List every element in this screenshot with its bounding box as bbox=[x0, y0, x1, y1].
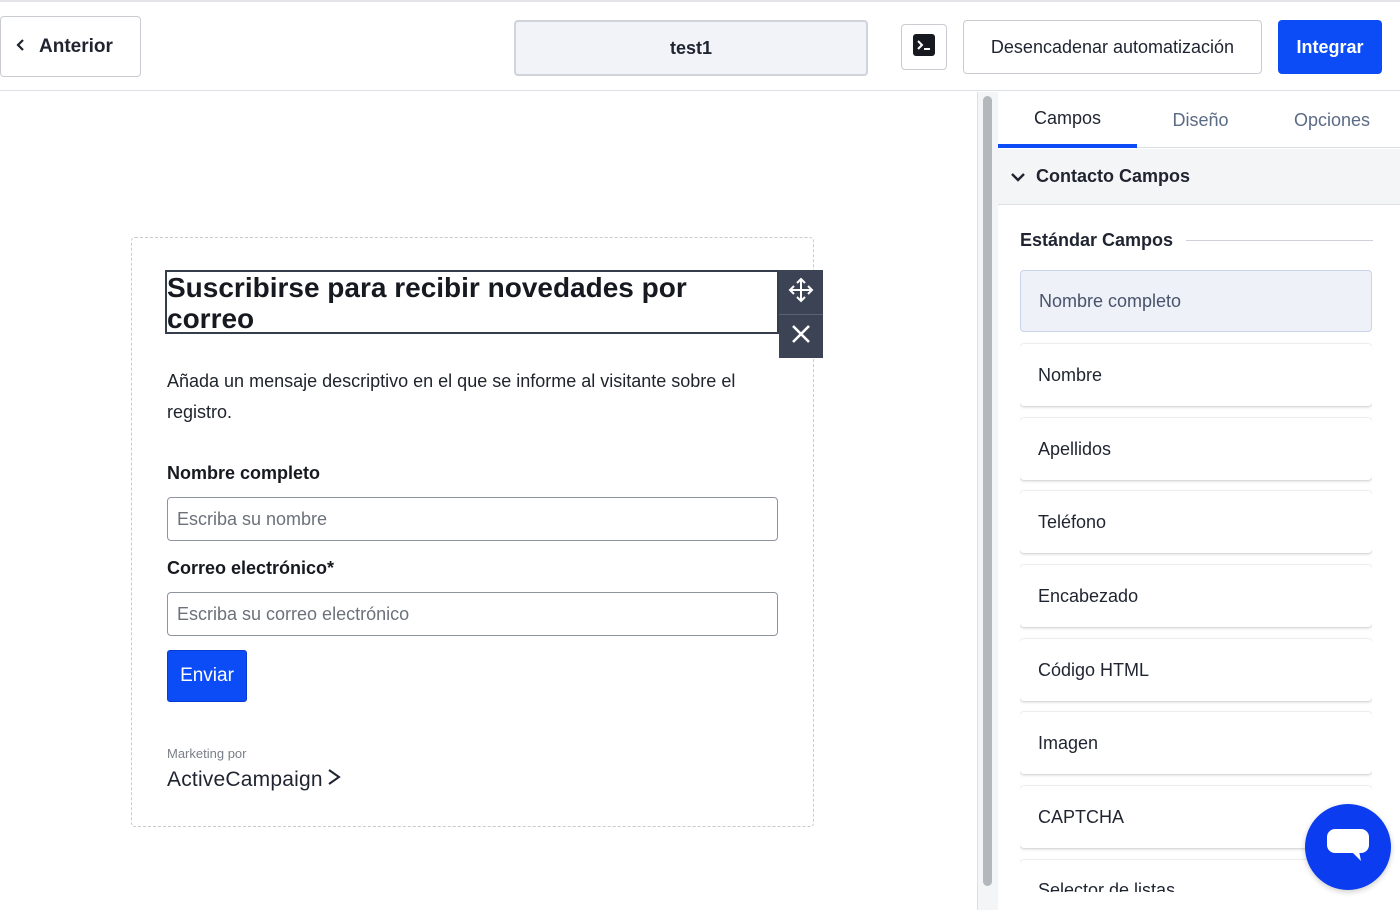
brand-arrow-icon bbox=[327, 768, 341, 792]
delete-button[interactable] bbox=[779, 314, 823, 358]
field-item-nombre-completo[interactable]: Nombre completo bbox=[1020, 270, 1372, 332]
tab-label: Campos bbox=[1033, 107, 1102, 128]
powered-by-text: Marketing por bbox=[167, 746, 247, 761]
chevron-down-icon bbox=[1010, 172, 1026, 182]
scrollbar-thumb[interactable] bbox=[983, 96, 992, 886]
chevron-left-icon bbox=[15, 36, 25, 57]
canvas-scrollbar[interactable] bbox=[978, 92, 998, 910]
close-icon bbox=[790, 323, 812, 350]
code-button[interactable] bbox=[901, 24, 947, 70]
top-toolbar: Anterior test1 Desencadenar automatizaci… bbox=[0, 0, 1400, 91]
field-item-label: Imagen bbox=[1038, 732, 1099, 753]
submit-label: Enviar bbox=[180, 665, 234, 686]
contact-fields-section-toggle[interactable]: Contacto Campos bbox=[998, 149, 1400, 205]
integrate-button[interactable]: Integrar bbox=[1278, 20, 1382, 74]
field-item-label: Código HTML bbox=[1038, 659, 1150, 680]
field-item-label: Encabezado bbox=[1038, 585, 1139, 606]
field-item-label: CAPTCHA bbox=[1038, 806, 1125, 827]
chat-button[interactable] bbox=[1305, 804, 1391, 890]
field-item-label: Selector de listas bbox=[1038, 880, 1176, 892]
move-button[interactable] bbox=[779, 270, 823, 314]
email-field-label: Correo electrónico* bbox=[167, 558, 335, 578]
form-title-field[interactable]: test1 bbox=[514, 20, 868, 76]
field-item-encabezado[interactable]: Encabezado bbox=[1020, 565, 1372, 627]
integrate-label: Integrar bbox=[1296, 36, 1364, 57]
back-button-label: Anterior bbox=[39, 35, 113, 57]
tab-label: Opciones bbox=[1293, 109, 1371, 130]
form-heading[interactable]: Suscribirse para recibir novedades por c… bbox=[167, 272, 779, 334]
field-item-codigo-html[interactable]: Código HTML bbox=[1020, 639, 1372, 701]
form-description[interactable]: Añada un mensaje descriptivo en el que s… bbox=[167, 366, 787, 428]
field-item-label: Nombre completo bbox=[1039, 290, 1182, 311]
field-item-label: Apellidos bbox=[1038, 438, 1112, 459]
trigger-automation-button[interactable]: Desencadenar automatización bbox=[963, 20, 1262, 74]
tab-label: Diseño bbox=[1172, 109, 1229, 130]
submit-button[interactable]: Enviar bbox=[167, 650, 247, 702]
tab-campos[interactable]: Campos bbox=[998, 92, 1137, 148]
chat-icon bbox=[1325, 827, 1371, 868]
brand-logo[interactable]: ActiveCampaign bbox=[167, 768, 341, 792]
tab-diseno[interactable]: Diseño bbox=[1137, 92, 1264, 148]
trigger-automation-label: Desencadenar automatización bbox=[990, 36, 1235, 57]
form-title: test1 bbox=[669, 37, 713, 58]
fields-panel: Campos Diseño Opciones Contacto Campos E… bbox=[998, 92, 1400, 910]
name-field-label: Nombre completo bbox=[167, 463, 321, 483]
subheading-divider bbox=[1186, 240, 1373, 241]
field-item-imagen[interactable]: Imagen bbox=[1020, 712, 1372, 774]
field-item-label: Nombre bbox=[1038, 364, 1103, 385]
back-button[interactable]: Anterior bbox=[0, 16, 141, 77]
panel-tabs: Campos Diseño Opciones bbox=[998, 92, 1400, 148]
move-icon bbox=[788, 277, 814, 308]
field-item-apellidos[interactable]: Apellidos bbox=[1020, 418, 1372, 480]
tab-opciones[interactable]: Opciones bbox=[1264, 92, 1400, 148]
section-title: Contacto Campos bbox=[1036, 166, 1191, 186]
field-list: Nombre completo Nombre Apellidos Teléfon… bbox=[1020, 270, 1372, 892]
field-item-telefono[interactable]: Teléfono bbox=[1020, 491, 1372, 553]
name-input[interactable] bbox=[167, 497, 778, 541]
email-input[interactable] bbox=[167, 592, 778, 636]
field-item-label: Teléfono bbox=[1038, 511, 1107, 532]
element-toolbar bbox=[779, 270, 823, 358]
terminal-icon bbox=[912, 33, 936, 62]
brand-name: ActiveCampaign bbox=[167, 768, 323, 791]
standard-fields-heading: Estándar Campos bbox=[1020, 230, 1174, 250]
field-item-nombre[interactable]: Nombre bbox=[1020, 344, 1372, 406]
